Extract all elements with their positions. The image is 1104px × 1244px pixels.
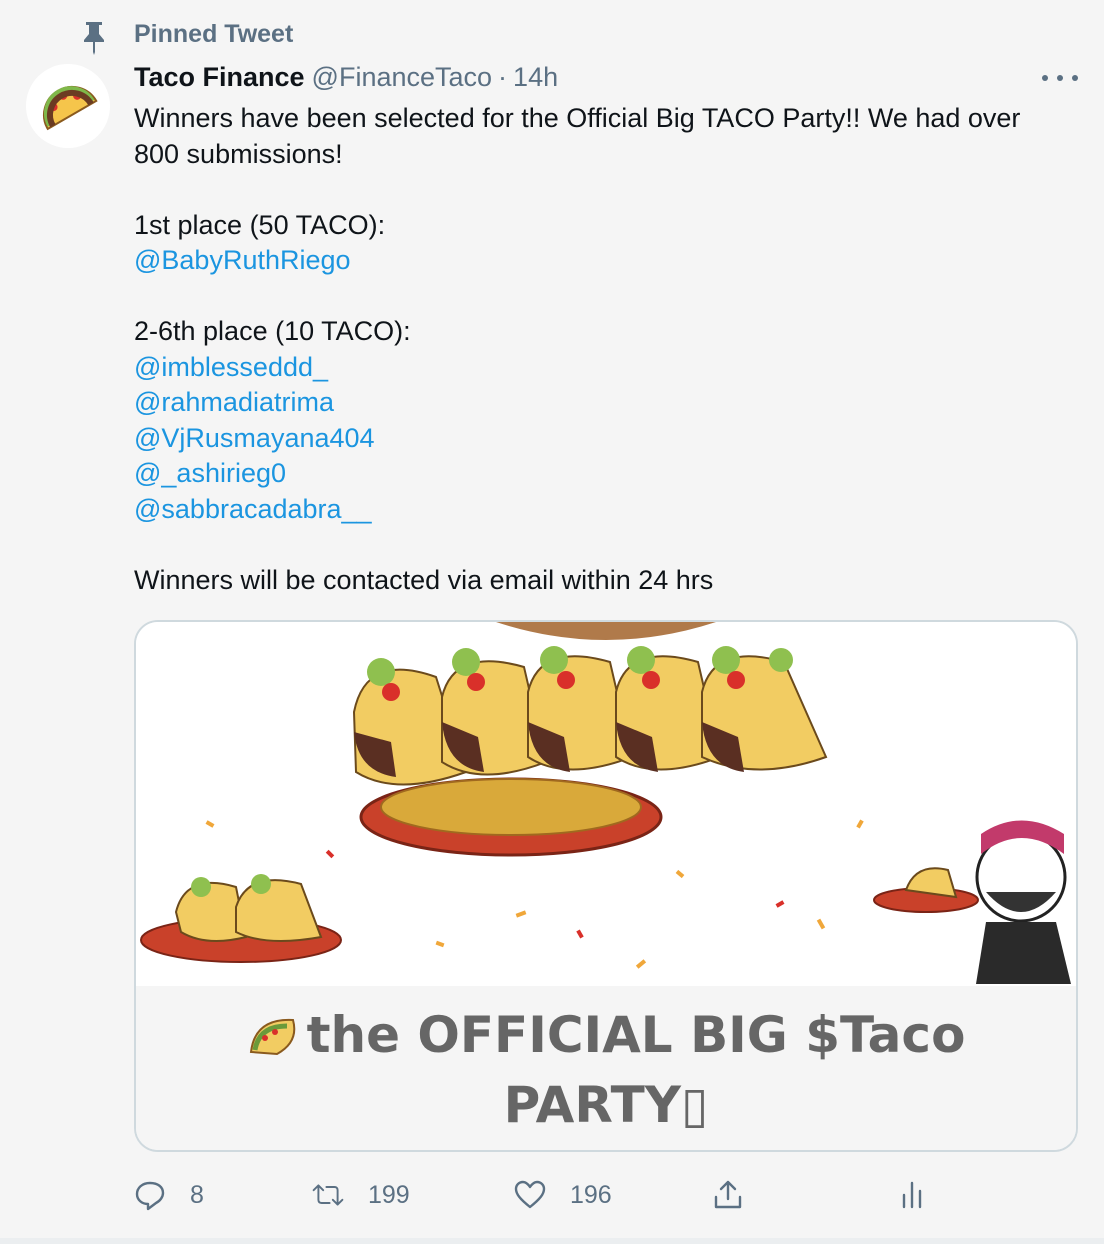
tweet-text: Winners have been selected for the Offic… — [134, 101, 1084, 598]
tweet-header: Taco Finance @FinanceTaco · 14h — [134, 62, 558, 100]
separator-dot: · — [498, 62, 508, 92]
taco-party-illustration-icon — [140, 622, 1071, 984]
like-button[interactable]: 196 — [514, 1172, 612, 1218]
tweet-line: 2-6th place (10 TACO): — [134, 316, 411, 346]
heart-icon — [514, 1180, 546, 1209]
retweet-icon — [312, 1184, 344, 1206]
reply-button[interactable]: 8 — [134, 1172, 204, 1218]
author-handle[interactable]: @FinanceTaco — [312, 62, 493, 93]
card-image — [136, 622, 1076, 986]
card-title-line: the OFFICIAL BIG $Taco — [136, 1000, 1076, 1070]
mention-link[interactable]: @sabbracadabra__ — [134, 492, 1084, 528]
tweet-line — [134, 279, 1084, 315]
card-title-text: the OFFICIAL BIG $Taco — [306, 1006, 966, 1064]
tweet-line — [134, 172, 1084, 208]
author-display-name[interactable]: Taco Finance — [134, 62, 305, 93]
more-dot — [1072, 75, 1078, 81]
pinned-row — [78, 18, 110, 58]
taco-avatar-icon — [26, 64, 110, 148]
mention-link[interactable]: @rahmadiatrima — [134, 385, 1084, 421]
more-dot — [1057, 75, 1063, 81]
retweet-button[interactable]: 199 — [312, 1172, 410, 1218]
more-icon[interactable] — [1042, 66, 1078, 90]
analytics-icon — [902, 1181, 922, 1209]
pinned-label: Pinned Tweet — [134, 20, 294, 48]
card-title-line: PARTY▯ — [503, 1076, 709, 1134]
mention-link[interactable]: @VjRusmayana404 — [134, 421, 1084, 457]
tweet-timestamp[interactable]: 14h — [513, 62, 558, 93]
tweet-actions: 8 199 196 — [134, 1172, 1084, 1218]
mention-link[interactable]: @_ashirieg0 — [134, 456, 1084, 492]
like-count: 196 — [570, 1180, 612, 1209]
tweet-line: 1st place (50 TACO): — [134, 209, 386, 240]
mention-link[interactable]: @BabyRuthRiego — [134, 243, 1084, 279]
reply-count: 8 — [190, 1180, 204, 1209]
tweet-line: Winners have been selected for the Offic… — [134, 103, 1021, 133]
analytics-button[interactable] — [896, 1172, 928, 1218]
taco-emoji-icon — [249, 1018, 295, 1056]
bottom-divider — [0, 1238, 1104, 1244]
share-icon — [714, 1180, 742, 1209]
tweet-line: Winners will be contacted via email with… — [134, 564, 714, 595]
mention-link[interactable]: @imblesseddd_ — [134, 350, 1084, 386]
card-title: the OFFICIAL BIG $Taco PARTY▯ — [136, 986, 1076, 1150]
share-button[interactable] — [712, 1172, 744, 1218]
pin-icon — [84, 22, 104, 55]
more-dot — [1042, 75, 1048, 81]
retweet-count: 199 — [368, 1180, 410, 1209]
avatar[interactable] — [26, 64, 110, 148]
tweet-line: 800 submissions! — [134, 138, 343, 169]
link-card[interactable]: the OFFICIAL BIG $Taco PARTY▯ — [134, 620, 1078, 1152]
reply-icon — [135, 1181, 165, 1211]
tweet-line — [134, 527, 1084, 563]
